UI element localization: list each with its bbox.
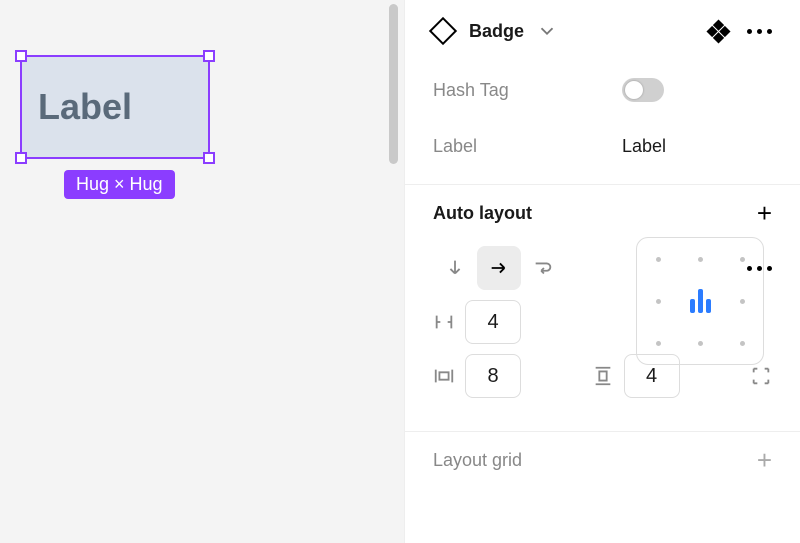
- gap-icon: [433, 311, 455, 333]
- hash-tag-toggle[interactable]: [622, 78, 664, 102]
- arrow-down-icon: [444, 257, 466, 279]
- h-padding-field[interactable]: 8: [465, 354, 521, 398]
- auto-layout-body: 4 8 4: [405, 241, 800, 421]
- resize-handle-bl[interactable]: [15, 152, 27, 164]
- alignment-center-icon: [690, 289, 711, 313]
- component-set-icon[interactable]: [706, 19, 730, 43]
- direction-vertical-button[interactable]: [433, 246, 477, 290]
- alignment-control[interactable]: [636, 237, 764, 365]
- component-name[interactable]: Badge: [469, 21, 524, 42]
- wrap-icon: [532, 257, 554, 279]
- h-padding-icon: [433, 365, 455, 387]
- resize-handle-br[interactable]: [203, 152, 215, 164]
- chevron-down-icon[interactable]: [536, 20, 558, 42]
- arrow-right-icon: [488, 257, 510, 279]
- layout-grid-section-header[interactable]: Layout grid +: [405, 432, 800, 488]
- layout-grid-add-icon[interactable]: +: [757, 447, 772, 473]
- inspector-panel: Badge Hash Tag ↖︎ Label Label Auto layou…: [405, 0, 800, 543]
- frame-text: Label: [38, 86, 132, 128]
- resize-handle-tr[interactable]: [203, 50, 215, 62]
- resize-handle-tl[interactable]: [15, 50, 27, 62]
- component-more-icon[interactable]: [747, 29, 772, 34]
- canvas-scrollbar[interactable]: [389, 4, 398, 164]
- direction-wrap-button[interactable]: [521, 246, 565, 290]
- gap-field[interactable]: 4: [465, 300, 521, 344]
- component-icon: [429, 17, 457, 45]
- v-padding-icon: [592, 365, 614, 387]
- prop-hash-tag-row: Hash Tag: [405, 62, 800, 118]
- prop-label-value[interactable]: Label: [622, 136, 666, 156]
- layout-grid-title: Layout grid: [433, 450, 522, 471]
- prop-hash-tag-label: Hash Tag: [433, 80, 509, 101]
- selected-frame-badge[interactable]: Label: [20, 55, 210, 159]
- auto-layout-section-header[interactable]: Auto layout +: [405, 185, 800, 241]
- selection-dimensions-badge: Hug × Hug: [64, 170, 175, 199]
- prop-label-name: Label: [433, 136, 477, 157]
- canvas-area[interactable]: Label Hug × Hug: [0, 0, 405, 543]
- auto-layout-title: Auto layout: [433, 203, 532, 224]
- direction-horizontal-button[interactable]: [477, 246, 521, 290]
- auto-layout-add-icon[interactable]: +: [757, 200, 772, 226]
- prop-label-row: Label Label: [405, 118, 800, 174]
- individual-padding-icon[interactable]: [750, 365, 772, 387]
- component-header: Badge: [405, 0, 800, 62]
